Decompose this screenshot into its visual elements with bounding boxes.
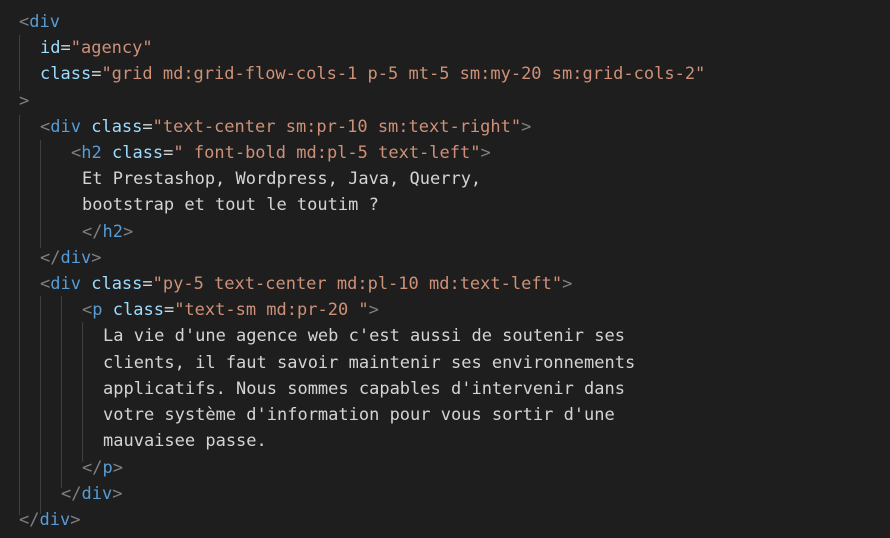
operator	[102, 143, 112, 163]
code-line: <div class="text-center sm:pr-10 sm:text…	[40, 114, 531, 140]
code-line: </div>	[19, 507, 80, 533]
attribute-name: class	[91, 274, 143, 294]
bracket: <	[82, 300, 93, 320]
tag-name: p	[102, 458, 113, 478]
operator: =	[60, 38, 71, 58]
bracket: </	[82, 458, 103, 478]
text-content: bootstrap et tout le toutim ?	[82, 195, 379, 215]
bracket: >	[112, 458, 123, 478]
tag-name: div	[60, 248, 92, 268]
tag-name: div	[29, 12, 60, 32]
bracket: >	[368, 300, 379, 320]
bracket: >	[122, 222, 134, 242]
bracket: >	[112, 484, 123, 504]
bracket: <	[40, 274, 51, 294]
code-line: <p class="text-sm md:pr-20 ">	[82, 297, 379, 323]
bracket: <	[40, 117, 51, 137]
tag-name: p	[92, 300, 103, 320]
bracket: >	[70, 510, 81, 530]
indent-guide	[61, 296, 62, 488]
code-line: mauvaisee passe.	[103, 428, 267, 454]
code-line: class="grid md:grid-flow-cols-1 p-5 mt-5…	[40, 61, 705, 87]
bracket: >	[480, 143, 491, 163]
attribute-name: class	[111, 143, 164, 163]
bracket: </	[82, 222, 103, 242]
code-line: id="agency"	[40, 35, 153, 61]
code-line: </p>	[82, 455, 123, 481]
code-line: votre système d'information pour vous so…	[103, 402, 615, 428]
bracket: <	[71, 143, 82, 163]
bracket: </	[40, 248, 61, 268]
attribute-value: "text-sm md:pr-20 "	[174, 300, 369, 320]
indent-guide	[40, 296, 41, 514]
indent-guide	[82, 322, 83, 462]
operator	[103, 300, 113, 320]
attribute-value: "agency"	[70, 38, 153, 58]
tag-name: h2	[81, 143, 102, 163]
tag-name: div	[50, 274, 81, 294]
operator: =	[163, 143, 174, 163]
text-content: clients, il faut savoir maintenir ses en…	[103, 353, 636, 373]
code-line: <div	[19, 9, 60, 35]
code-line: >	[19, 88, 29, 114]
operator: =	[91, 64, 102, 84]
bracket: >	[91, 248, 102, 268]
attribute-value: "text-center sm:pr-10 sm:text-right"	[152, 117, 522, 137]
operator	[81, 274, 91, 294]
operator: =	[142, 117, 153, 137]
code-line: <h2 class=" font-bold md:pl-5 text-left"…	[71, 140, 491, 166]
text-content: La vie d'une agence web c'est aussi de s…	[103, 326, 625, 346]
code-line: La vie d'une agence web c'est aussi de s…	[103, 323, 625, 349]
text-content: applicatifs. Nous sommes capables d'inte…	[103, 379, 625, 399]
bracket: </	[19, 510, 40, 530]
attribute-name: class	[91, 117, 143, 137]
code-editor[interactable]: <div id="agency" class="grid md:grid-flo…	[0, 0, 890, 538]
tag-name: div	[39, 510, 71, 530]
code-line: </div>	[61, 481, 122, 507]
tag-name: div	[81, 484, 113, 504]
text-content: votre système d'information pour vous so…	[103, 405, 615, 425]
attribute-value: " font-bold md:pl-5 text-left"	[173, 143, 481, 163]
operator: =	[142, 274, 153, 294]
bracket: <	[19, 12, 30, 32]
text-content: Et Prestashop, Wordpress, Java, Querry,	[82, 169, 482, 189]
attribute-name: class	[40, 64, 92, 84]
tag-name: h2	[102, 222, 123, 242]
bracket: </	[61, 484, 82, 504]
code-line: </div>	[40, 245, 101, 271]
bracket: >	[19, 91, 30, 111]
code-line: clients, il faut savoir maintenir ses en…	[103, 350, 635, 376]
attribute-value: "py-5 text-center md:pl-10 md:text-left"	[152, 274, 563, 294]
indent-guide	[40, 140, 41, 248]
code-line: </h2>	[82, 219, 133, 245]
indent-guide	[19, 115, 20, 515]
code-line: Et Prestashop, Wordpress, Java, Querry,	[82, 166, 481, 192]
attribute-name: id	[40, 38, 61, 58]
indent-guide	[19, 35, 20, 91]
code-line: bootstrap et tout le toutim ?	[82, 192, 379, 218]
attribute-value: "grid md:grid-flow-cols-1 p-5 mt-5 sm:my…	[101, 64, 706, 84]
bracket: >	[562, 274, 573, 294]
bracket: >	[521, 117, 532, 137]
text-content: mauvaisee passe.	[103, 431, 267, 451]
code-line: applicatifs. Nous sommes capables d'inte…	[103, 376, 625, 402]
code-line: <div class="py-5 text-center md:pl-10 md…	[40, 271, 572, 297]
operator: =	[163, 300, 175, 320]
tag-name: div	[50, 117, 81, 137]
operator	[81, 117, 91, 137]
attribute-name: class	[112, 300, 164, 320]
